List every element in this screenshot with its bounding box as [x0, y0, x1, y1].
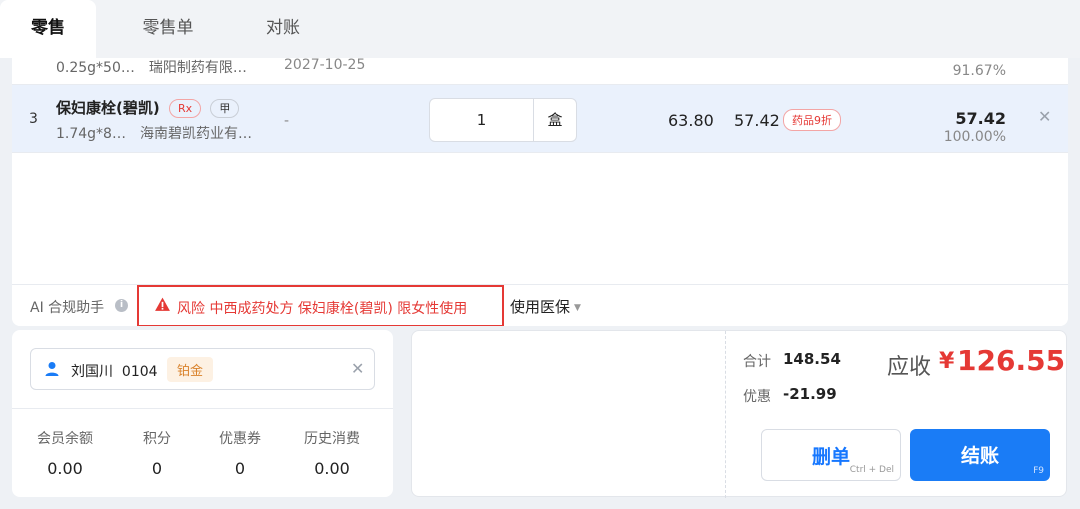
rx-badge: Rx	[168, 99, 202, 118]
member-code: 0104	[121, 364, 158, 380]
item-expiry: -	[284, 113, 290, 129]
item-price: 63.80	[668, 111, 714, 130]
member-level-badge: 铂金	[167, 357, 214, 382]
amount-due-label: 应收	[887, 355, 932, 380]
item-percent: 91.67%	[952, 63, 1006, 79]
risk-warning[interactable]: 风险 中西成药处方 保妇康栓(碧凯) 限女性使用	[137, 285, 504, 326]
item-expiry: 2027-10-25	[284, 58, 366, 73]
total-label: 合计	[743, 354, 771, 370]
close-icon[interactable]: ✕	[351, 359, 364, 378]
payment-panel: 合计 148.54 优惠 -21.99 应收 ¥ 126.55 删单 Ctrl …	[411, 330, 1067, 498]
info-icon[interactable]: i	[115, 299, 128, 312]
currency-symbol: ¥	[939, 349, 955, 374]
divider	[725, 331, 726, 498]
warning-triangle-icon	[155, 297, 170, 311]
user-icon	[45, 362, 59, 376]
divider	[12, 408, 393, 409]
stat-history: 历史消费 0.00	[304, 431, 360, 478]
member-name: 刘国川 0104	[71, 364, 158, 380]
shortcut-hint: F9	[1033, 466, 1044, 476]
ai-assistant-label: AI 合规助手	[30, 300, 105, 316]
row-index: 3	[29, 111, 38, 127]
ai-compliance-bar: AI 合规助手 i 风险 中西成药处方 保妇康栓(碧凯) 限女性使用 使用医保 ▼	[12, 284, 1068, 326]
member-field[interactable]: 刘国川 0104 铂金 ✕	[30, 348, 375, 390]
table-row-selected[interactable]: 3 保妇康栓(碧凯) Rx 甲 1.74g*8… 海南碧凯药业有… - 1 盒 6…	[12, 85, 1068, 153]
item-percent: 100.00%	[943, 129, 1006, 145]
item-name: 保妇康栓(碧凯) Rx 甲	[56, 97, 240, 118]
tab-retail-orders[interactable]: 零售单	[128, 0, 208, 58]
insurance-dropdown[interactable]: 使用医保 ▼	[510, 296, 581, 317]
delete-order-button[interactable]: 删单 Ctrl + Del	[761, 429, 901, 481]
tab-retail[interactable]: 零售	[0, 0, 96, 58]
risk-text: 风险 中西成药处方 保妇康栓(碧凯) 限女性使用	[177, 301, 468, 317]
item-spec: 1.74g*8… 海南碧凯药业有…	[56, 126, 252, 142]
shortcut-hint: Ctrl + Del	[849, 465, 894, 475]
member-panel: 刘国川 0104 铂金 ✕ 会员余额 0.00 积分 0 优惠券 0 历史消费 …	[12, 330, 393, 497]
discount-value: -21.99	[783, 385, 837, 403]
stat-balance: 会员余额 0.00	[37, 431, 93, 478]
item-sale-price: 57.42	[734, 111, 780, 130]
item-subtotal: 57.42	[955, 109, 1006, 128]
cart-panel: 0.25g*50… 瑞阳制药有限… 2027-10-25 91.67% 3 保妇康…	[12, 58, 1068, 326]
caret-down-icon: ▼	[574, 303, 581, 313]
close-icon[interactable]: ✕	[1038, 107, 1051, 126]
unit-select[interactable]: 盒	[534, 99, 576, 141]
checkout-button[interactable]: 结账 F9	[910, 429, 1050, 481]
amount-due-value: 126.55	[957, 344, 1066, 377]
tab-reconciliation[interactable]: 对账	[248, 0, 318, 58]
total-value: 148.54	[783, 350, 841, 368]
item-manufacturer: 海南碧凯药业有…	[139, 126, 252, 142]
insurance-class-badge: 甲	[210, 99, 240, 118]
quantity-input[interactable]: 1	[430, 99, 534, 141]
discount-label: 优惠	[743, 389, 771, 405]
item-manufacturer: 瑞阳制药有限…	[148, 60, 247, 76]
quantity-field[interactable]: 1 盒	[429, 98, 577, 142]
table-row[interactable]: 0.25g*50… 瑞阳制药有限… 2027-10-25 91.67%	[12, 58, 1068, 85]
discount-tag: 药品9折	[783, 109, 841, 131]
top-tab-bar: 零售 零售单 对账	[0, 0, 1080, 58]
item-spec: 0.25g*50… 瑞阳制药有限…	[56, 60, 247, 76]
stat-coupons: 优惠券 0	[219, 431, 261, 478]
